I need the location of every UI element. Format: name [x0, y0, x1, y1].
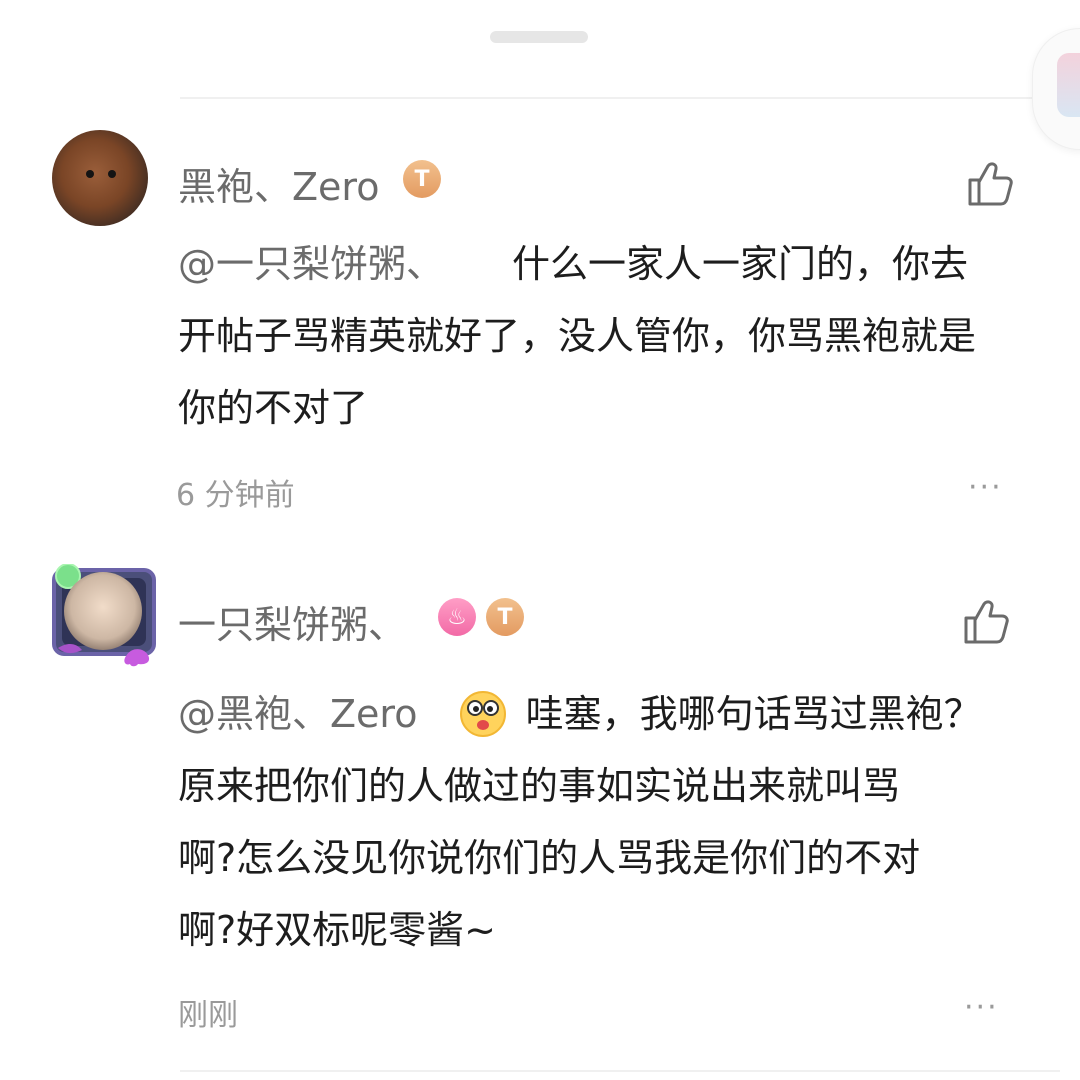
timestamp: 刚刚 [178, 998, 238, 1033]
comment-line: 哇塞，我哪句话骂过黑袍？ [525, 692, 982, 736]
timestamp: 6 分钟前 [176, 478, 295, 513]
mention-link[interactable]: @一只梨饼粥、 [178, 242, 444, 286]
comment-line: 原来把你们的人做过的事如实说出来就叫骂 [178, 764, 901, 808]
comment-line: 啊?好双标呢零酱~ [178, 908, 497, 952]
level-badge-icon: T [403, 160, 441, 198]
bottom-divider [180, 1070, 1060, 1072]
mention-link[interactable]: @黑袍、Zero [178, 692, 417, 736]
username[interactable]: 黑袍、Zero [178, 156, 379, 211]
comment-sheet: 黑袍、Zero T @一只梨饼粥、 什么一家人一家门的，你去 开帖子骂精英就好了，… [0, 0, 1080, 1080]
top-divider [180, 97, 1060, 99]
more-options-icon[interactable]: ··· [968, 470, 1003, 505]
user-avatar[interactable] [64, 572, 142, 650]
comment-line: 你的不对了 [178, 386, 369, 430]
username[interactable]: 一只梨饼粥、 [178, 594, 406, 649]
floating-avatar-button[interactable] [1032, 28, 1080, 150]
comment-line: 啊?怎么没见你说你们的人骂我是你们的不对 [178, 836, 921, 880]
level-badge-icon: T [486, 598, 524, 636]
thumbs-up-icon[interactable] [964, 158, 1016, 210]
fire-badge-icon: ♨ [438, 598, 476, 636]
comment-body: @黑袍、Zero 哇塞，我哪句话骂过黑袍？ 原来把你们的人做过的事如实说出来就叫… [178, 678, 1038, 966]
comment-body: @一只梨饼粥、 什么一家人一家门的，你去 开帖子骂精英就好了，没人管你，你骂黑袍就… [178, 228, 1038, 444]
drag-handle[interactable] [490, 31, 588, 43]
more-options-icon[interactable]: ··· [964, 990, 999, 1025]
surprised-emoji-icon [459, 690, 506, 737]
comment-line: 什么一家人一家门的，你去 [512, 242, 969, 286]
comment-line: 开帖子骂精英就好了，没人管你，你骂黑袍就是 [178, 314, 977, 358]
user-avatar[interactable] [52, 130, 148, 226]
thumbs-up-icon[interactable] [960, 596, 1012, 648]
